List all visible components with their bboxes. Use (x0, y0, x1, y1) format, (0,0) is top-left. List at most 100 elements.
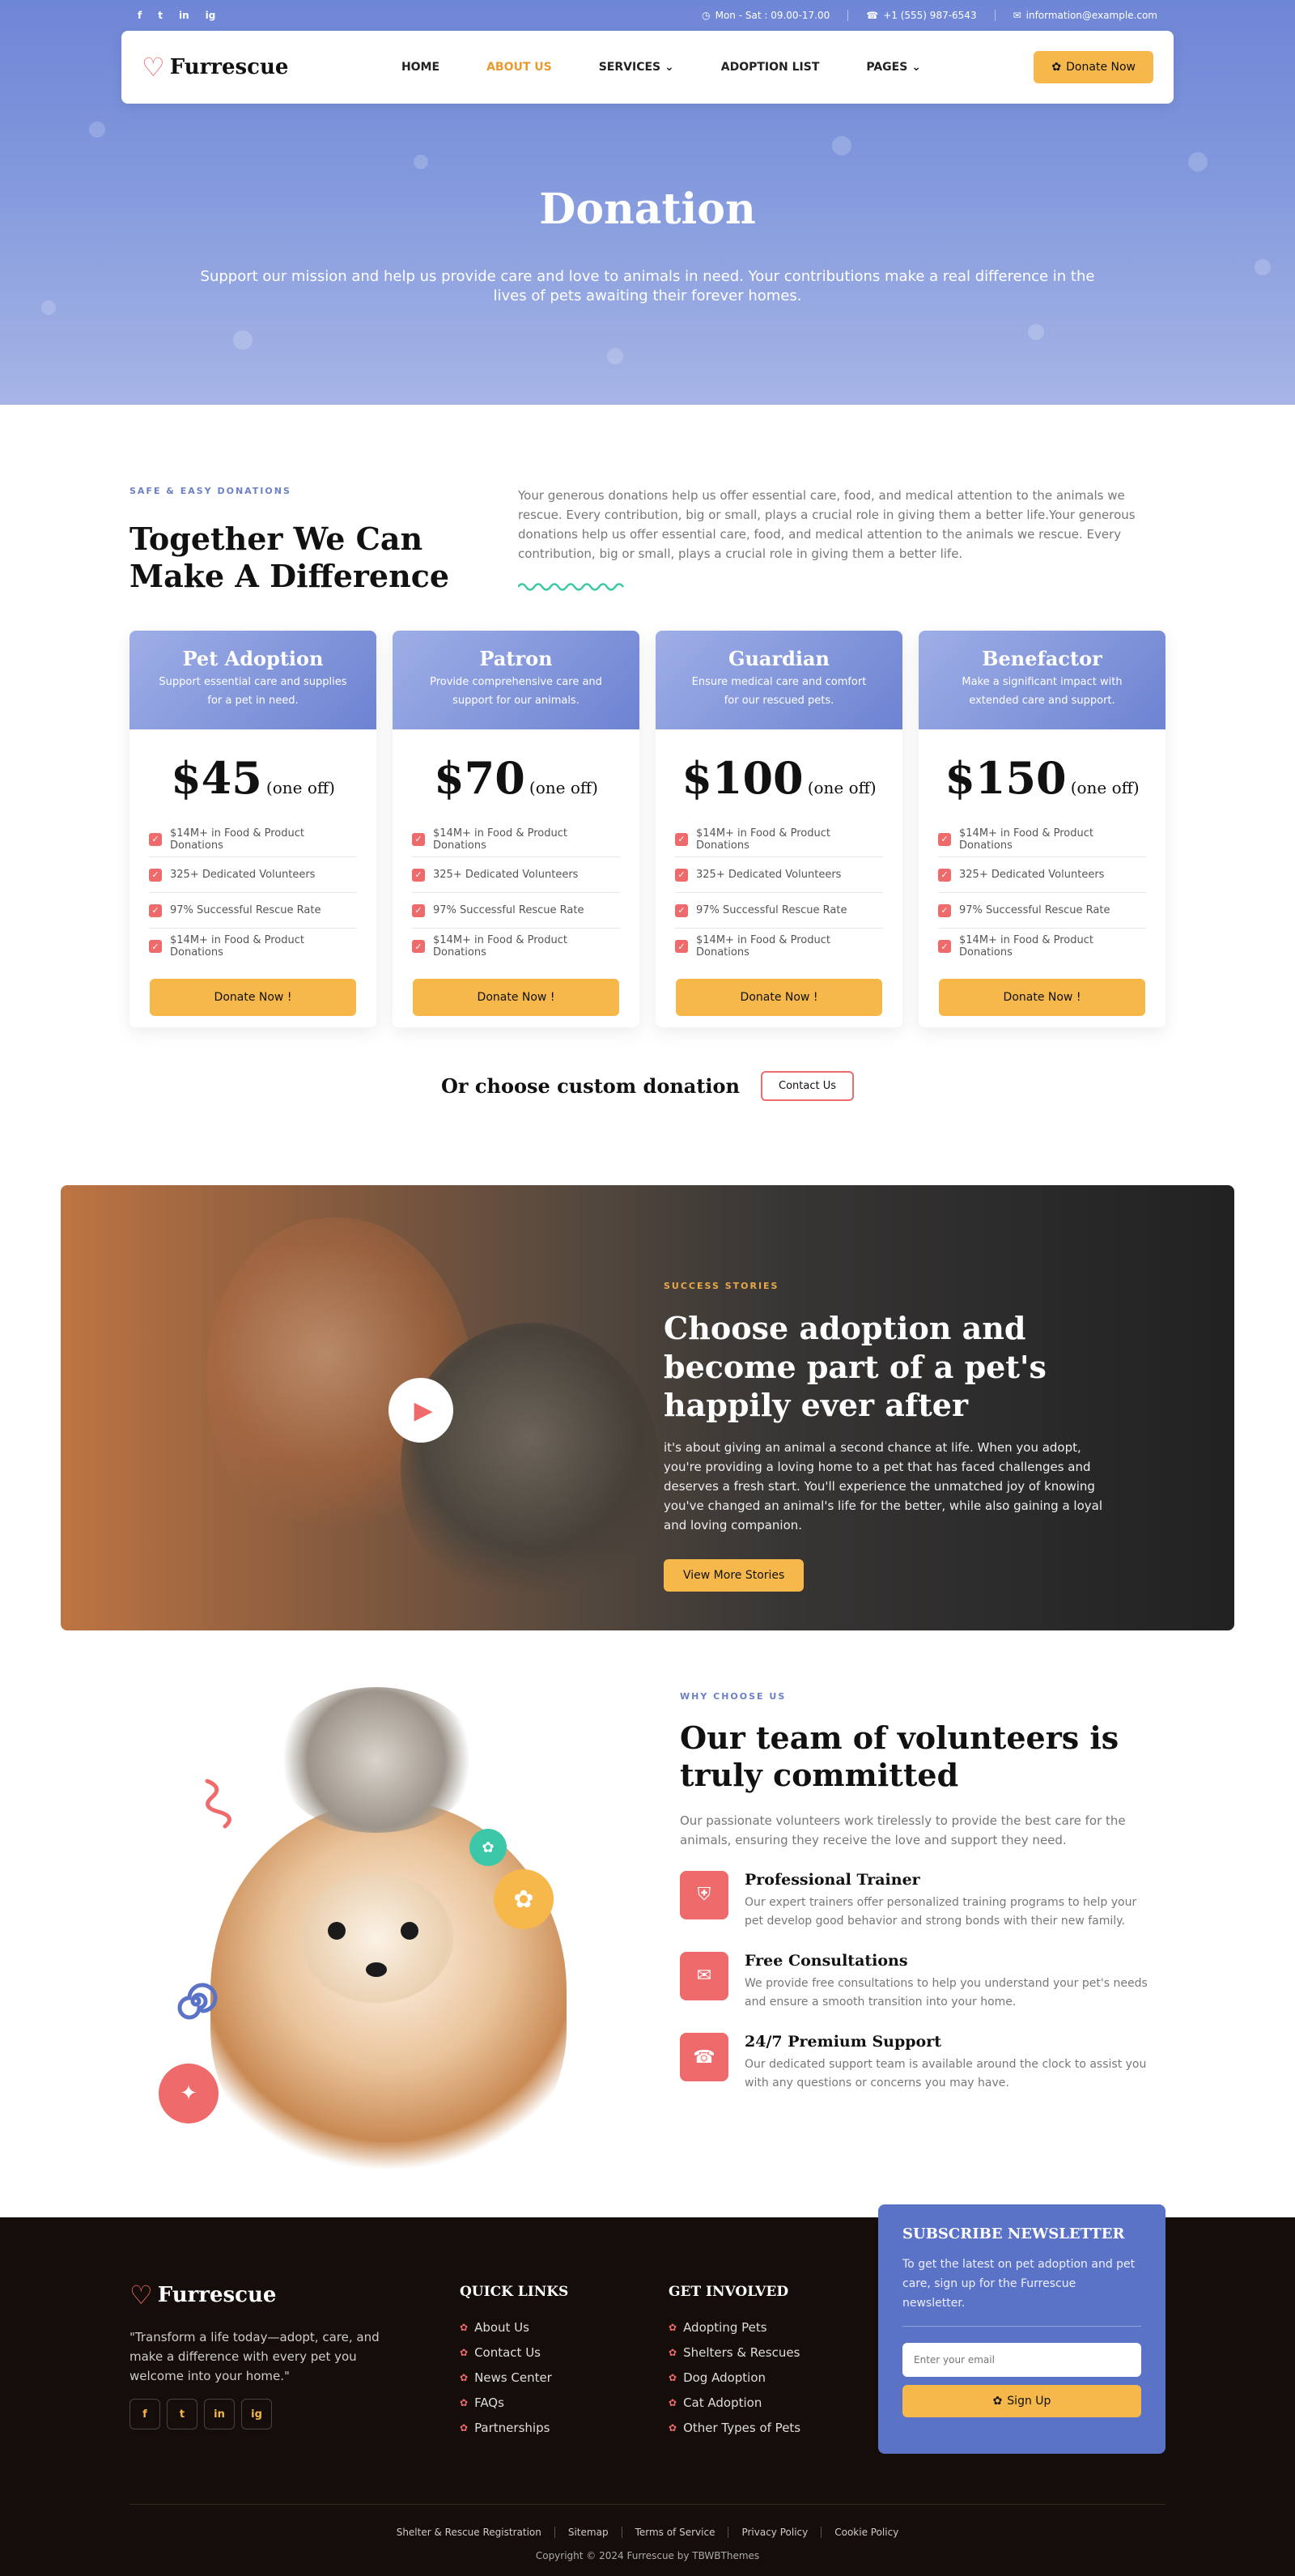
feature-item: ⛨ Professional Trainer Our expert traine… (680, 1870, 1157, 1931)
section-eyebrow: SAFE & EASY DONATIONS (130, 486, 291, 496)
footer-social-links: f t in ig (130, 2399, 413, 2429)
footer-bottom-link[interactable]: Cookie Policy (822, 2527, 911, 2538)
paw-icon: ✿ (669, 2371, 677, 2383)
wave-divider-icon (516, 583, 625, 591)
plan-price: $100 (one off) (656, 752, 902, 804)
paw-icon: ✿ (669, 2321, 677, 2333)
donation-card: Guardian Ensure medical care and comfort… (656, 631, 902, 1027)
brand-logo[interactable]: ♡ Furrescue (142, 54, 288, 80)
plan-donate-button[interactable]: Donate Now ! (939, 979, 1145, 1016)
nav-item-label: PAGES (866, 61, 908, 74)
nav-item-home[interactable]: HOME (401, 61, 439, 74)
plan-donate-button[interactable]: Donate Now ! (676, 979, 882, 1016)
twitter-icon[interactable]: t (158, 10, 163, 21)
get-involved-list: ✿ Adopting Pets ✿ Shelters & Rescues ✿ Dog … (669, 2315, 800, 2440)
footer-logo[interactable]: ♡ Furrescue (130, 2282, 413, 2308)
feature-text: $14M+ in Food & Product Donations (433, 934, 567, 959)
link-label: Adopting Pets (683, 2319, 767, 2335)
check-icon: ✓ (149, 940, 162, 953)
feature-text: 97% Successful Rescue Rate (433, 904, 584, 916)
linkedin-icon[interactable]: in (204, 2399, 235, 2429)
check-icon: ✓ (412, 832, 425, 846)
list-item: ✓ 325+ Dedicated Volunteers (675, 857, 883, 893)
main-navbar: ♡ Furrescue HOME ABOUT US SERVICES ⌄ ADO… (121, 31, 1174, 104)
check-icon: ✓ (675, 868, 688, 882)
nav-item-label: SERVICES (598, 61, 661, 74)
footer-bottom-link[interactable]: Privacy Policy (728, 2527, 822, 2538)
check-icon: ✓ (938, 832, 951, 846)
link-label: FAQs (474, 2395, 504, 2410)
list-item: ✓ $14M+ in Food & Product Donations (149, 929, 357, 964)
feature-text: $14M+ in Food & Product Donations (959, 934, 1093, 959)
email-field[interactable] (902, 2343, 1141, 2378)
hours-item: ◷ Mon - Sat : 09.00-17.00 (702, 10, 830, 21)
plan-donate-button[interactable]: Donate Now ! (413, 979, 619, 1016)
list-item: ✓ 97% Successful Rescue Rate (412, 893, 620, 929)
footer-link[interactable]: ✿ Adopting Pets (669, 2315, 800, 2340)
linkedin-icon[interactable]: in (179, 10, 189, 21)
facebook-icon[interactable]: f (130, 2399, 160, 2429)
footer-link[interactable]: ✿ Shelters & Rescues (669, 2340, 800, 2365)
contact-us-button[interactable]: Contact Us (761, 1071, 854, 1101)
plan-features: ✓ $14M+ in Food & Product Donations ✓ 325+… (149, 822, 357, 964)
play-video-button[interactable]: ▶ (388, 1378, 453, 1443)
chevron-down-icon: ⌄ (911, 61, 921, 74)
instagram-icon[interactable]: ig (241, 2399, 272, 2429)
feature-text: $14M+ in Food & Product Donations (170, 827, 304, 852)
footer-link[interactable]: ✿ FAQs (460, 2390, 568, 2415)
footer-link[interactable]: ✿ Dog Adoption (669, 2365, 800, 2390)
quick-links-list: ✿ About Us ✿ Contact Us ✿ News Center ✿ FAQs… (460, 2315, 568, 2440)
list-item: ✓ 97% Successful Rescue Rate (675, 893, 883, 929)
instagram-icon[interactable]: ig (206, 10, 216, 21)
phone-item[interactable]: ☎ +1 (555) 987-6543 (866, 10, 976, 21)
view-more-stories-button[interactable]: View More Stories (664, 1558, 805, 1592)
phone-support-icon: ☎ (680, 2033, 728, 2082)
feature-description: Our expert trainers offer personalized t… (745, 1895, 1137, 1928)
check-icon: ✓ (938, 940, 951, 953)
footer-link[interactable]: ✿ News Center (460, 2365, 568, 2390)
sign-up-button[interactable]: ✿ Sign Up (902, 2385, 1141, 2418)
feature-text: $14M+ in Food & Product Donations (696, 827, 830, 852)
feature-content: Professional Trainer Our expert trainers… (745, 1871, 1157, 1931)
intro-text: Your generous donations help us offer es… (516, 486, 1166, 598)
donate-label: Donate Now (1066, 61, 1136, 74)
footer-link[interactable]: ✿ Other Types of Pets (669, 2415, 800, 2440)
footer-bottom-link[interactable]: Sitemap (555, 2527, 622, 2538)
footer-quote: "Transform a life today—adopt, care, and… (130, 2330, 380, 2383)
footer-bottom-link[interactable]: Shelter & Rescue Registration (384, 2527, 555, 2538)
nav-item-about-us[interactable]: ABOUT US (486, 61, 552, 74)
list-item: ✓ $14M+ in Food & Product Donations (938, 822, 1146, 857)
price-amount: $150 (945, 752, 1067, 804)
twitter-icon[interactable]: t (167, 2399, 197, 2429)
email-item[interactable]: ✉ information@example.com (1013, 10, 1157, 21)
facebook-icon[interactable]: f (138, 10, 142, 21)
section-eyebrow: SUCCESS STORIES (664, 1281, 779, 1291)
list-item: ✓ 325+ Dedicated Volunteers (938, 857, 1146, 893)
paw-icon: ✿ (669, 2346, 677, 2358)
footer-link[interactable]: ✿ About Us (460, 2315, 568, 2340)
feature-title: 24/7 Premium Support (745, 2033, 942, 2051)
plan-donate-button[interactable]: Donate Now ! (150, 979, 356, 1016)
donate-now-button[interactable]: ✿ Donate Now (1034, 51, 1153, 83)
spiral-icon (177, 1983, 218, 2020)
footer-bottom-link[interactable]: Terms of Service (622, 2527, 729, 2538)
top-contacts: ◷ Mon - Sat : 09.00-17.00 ☎ +1 (555) 987… (702, 10, 1157, 21)
feature-content: 24/7 Premium Support Our dedicated suppo… (745, 2033, 1157, 2093)
footer-link[interactable]: ✿ Cat Adoption (669, 2390, 800, 2415)
nav-item-adoption-list[interactable]: ADOPTION LIST (721, 61, 820, 74)
check-icon: ✓ (149, 832, 162, 846)
footer-link[interactable]: ✿ Partnerships (460, 2415, 568, 2440)
feature-text: 325+ Dedicated Volunteers (696, 869, 842, 881)
nav-item-pages[interactable]: PAGES ⌄ (866, 61, 921, 74)
volunteers-section: ✿ ✿ ✦ WHY CHOOSE US Our team of voluntee… (0, 1639, 1295, 2217)
feature-text: 97% Successful Rescue Rate (696, 904, 847, 916)
footer-bottom-links: Shelter & Rescue Registration Sitemap Te… (0, 2527, 1295, 2538)
get-involved-column: GET INVOLVED ✿ Adopting Pets ✿ Shelters & … (669, 2284, 800, 2440)
footer-link[interactable]: ✿ Contact Us (460, 2340, 568, 2365)
feature-text: 325+ Dedicated Volunteers (433, 869, 579, 881)
heart-paw-icon: ♡ (130, 2280, 153, 2310)
hours-text: Mon - Sat : 09.00-17.00 (715, 10, 830, 21)
nav-item-services[interactable]: SERVICES ⌄ (599, 61, 674, 74)
plan-features: ✓ $14M+ in Food & Product Donations ✓ 325+… (675, 822, 883, 964)
plan-price: $45 (one off) (130, 752, 376, 804)
